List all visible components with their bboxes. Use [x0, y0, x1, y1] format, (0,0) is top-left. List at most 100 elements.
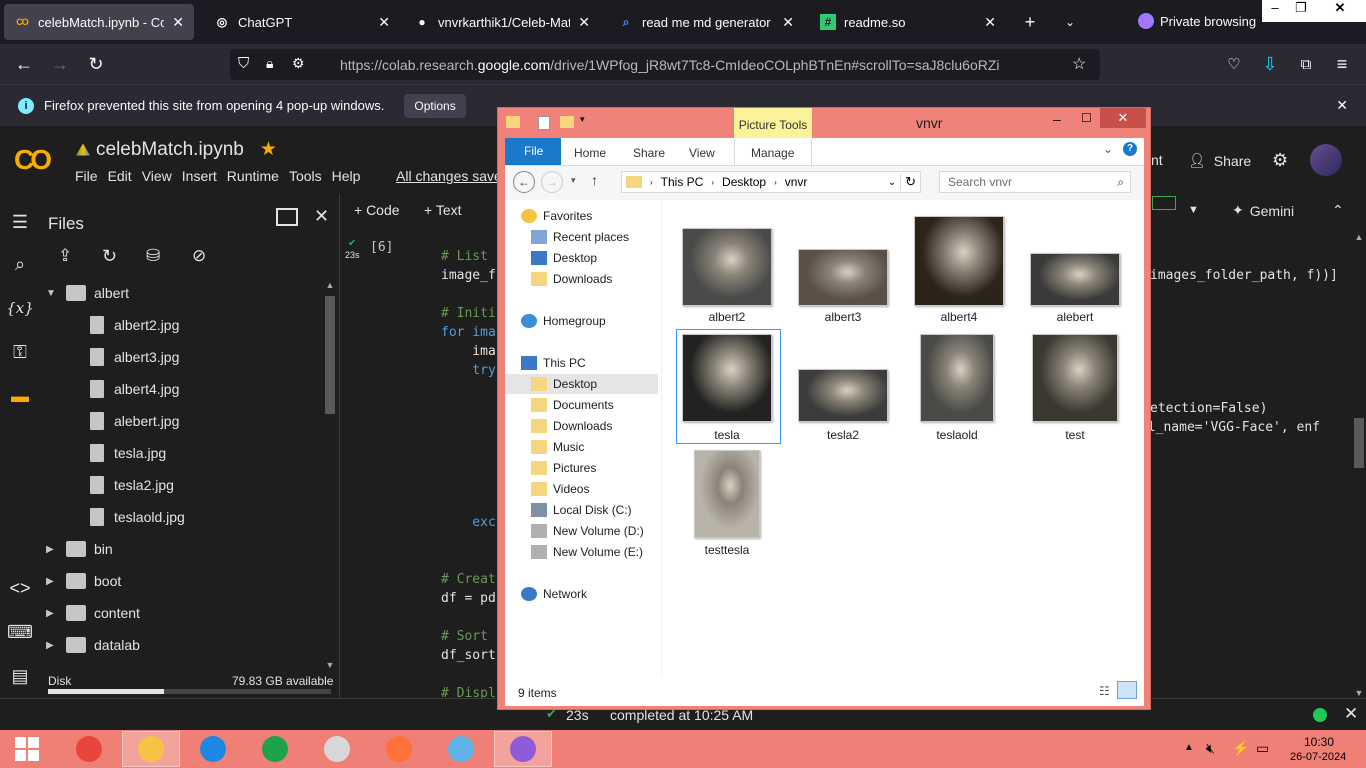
image-thumbnail[interactable] [920, 334, 994, 422]
path-dropdown-icon[interactable]: ⌄ [888, 177, 896, 188]
connect-dropdown-icon[interactable]: ▼ [1188, 204, 1199, 216]
file-item[interactable]: tesla2.jpg [90, 470, 174, 500]
shield-icon[interactable]: ⛉ [238, 55, 249, 72]
runtime-connected-icon[interactable] [1313, 708, 1327, 722]
menu-tools[interactable]: Tools [284, 166, 327, 186]
file-label[interactable]: tesla [682, 428, 772, 442]
nav-item-this-pc[interactable]: This PC [521, 353, 586, 373]
browser-tab[interactable]: ⌕ read me md generator by fi ✕ [608, 4, 804, 40]
file-label[interactable]: albert3 [798, 310, 888, 324]
image-thumbnail[interactable] [682, 228, 772, 306]
file-label[interactable]: alebert [1030, 310, 1120, 324]
file-label[interactable]: teslaold [912, 428, 1002, 442]
nav-item-new-volume-d[interactable]: New Volume (D:) [531, 521, 644, 541]
nav-item-favorites[interactable]: Favorites [521, 206, 592, 226]
minimize-icon[interactable]: – [1262, 0, 1288, 22]
help-icon[interactable]: ? [1123, 142, 1137, 156]
tab-list-chevron-icon[interactable]: ⌄ [1058, 10, 1082, 34]
terminal-icon[interactable]: ▤ [8, 664, 32, 688]
network-status-icon[interactable]: ⚡ [1232, 740, 1249, 757]
show-hidden-icons-icon[interactable]: ▲ [1184, 742, 1194, 753]
browser-tab[interactable]: # readme.so ✕ [810, 4, 1006, 40]
up-arrow-icon[interactable]: ↑ [591, 172, 598, 188]
avatar[interactable] [1310, 144, 1342, 176]
url-bar[interactable]: ⛉ 🔒︎ ⚙ https://colab.research. google.com… [230, 49, 1100, 80]
file-item[interactable]: albert4.jpg [90, 374, 179, 404]
ribbon-expand-icon[interactable]: ⌄ [1103, 142, 1113, 156]
command-palette-icon[interactable]: ⌨ [7, 620, 33, 644]
address-path[interactable]: › This PC › Desktop › vnvr ⌄ ↻ [621, 171, 921, 193]
nav-item-homegroup[interactable]: Homegroup [521, 311, 606, 331]
qat-dropdown-icon[interactable]: ▾ [580, 114, 585, 125]
ribbon-tab-share[interactable]: Share [633, 146, 665, 160]
nav-item-documents[interactable]: Documents [531, 395, 614, 415]
volume-muted-icon[interactable]: 🔇︎ [1206, 740, 1215, 757]
image-thumbnail[interactable] [798, 249, 888, 306]
file-label[interactable]: testtesla [682, 543, 772, 557]
refresh-icon[interactable]: ↻ [102, 246, 117, 267]
pocket-icon[interactable]: ♡ [1222, 52, 1246, 76]
ribbon-tab-view[interactable]: View [689, 146, 715, 160]
lock-icon[interactable]: 🔒︎ [266, 55, 273, 72]
file-explorer-taskbar-button[interactable] [122, 731, 180, 767]
nav-item-downloads[interactable]: Downloads [531, 269, 612, 289]
ribbon-tab-manage[interactable]: Manage [751, 146, 794, 160]
add-text-button[interactable]: + Text [424, 202, 462, 218]
magnifier-icon[interactable]: ⌕ [1117, 175, 1124, 190]
nav-item-music[interactable]: Music [531, 437, 584, 457]
files-scrollbar[interactable]: ▲ ▼ [323, 280, 337, 670]
recent-locations-icon[interactable]: ▾ [571, 175, 576, 186]
chrome-taskbar-button[interactable] [60, 731, 118, 767]
firefox-taskbar-button[interactable] [370, 731, 428, 767]
nav-item-pictures[interactable]: Pictures [531, 458, 596, 478]
close-panel-icon[interactable]: ✕ [314, 206, 329, 227]
photos-taskbar-button[interactable] [432, 731, 490, 767]
menu-runtime[interactable]: Runtime [222, 166, 284, 186]
bookmark-star-icon[interactable]: ☆ [1072, 54, 1086, 74]
hide-files-icon[interactable]: ⊘ [192, 246, 206, 266]
nav-item-local-disk-c[interactable]: Local Disk (C:) [531, 500, 632, 520]
close-tab-icon[interactable]: ✕ [378, 14, 390, 31]
file-item[interactable]: albert3.jpg [90, 342, 179, 372]
large-icons-view-icon[interactable] [1117, 681, 1137, 699]
firefox-private-taskbar-button[interactable] [494, 731, 552, 767]
explorer-maximize-icon[interactable]: ☐ [1081, 111, 1092, 125]
variables-icon[interactable]: {x} [6, 296, 34, 320]
hamburger-menu-icon[interactable]: ≡ [1330, 52, 1354, 76]
comment-button-fragment[interactable]: nt [1151, 152, 1163, 168]
folder-item[interactable]: ▶ content [46, 598, 140, 628]
explorer-minimize-icon[interactable]: – [1053, 111, 1061, 127]
browser-tab[interactable]: CO celebMatch.ipynb - Colab ✕ [4, 4, 194, 40]
file-item[interactable]: albert2.jpg [90, 310, 179, 340]
path-desktop[interactable]: Desktop [722, 175, 766, 189]
folder-item[interactable]: ▼ albert [46, 278, 129, 308]
colab-logo[interactable]: CO [14, 144, 52, 176]
explorer-back-icon[interactable]: ← [513, 171, 535, 193]
image-thumbnail[interactable] [914, 216, 1004, 306]
ram-disk-indicator[interactable] [1152, 196, 1176, 210]
code-snippets-icon[interactable]: <> [8, 576, 32, 600]
permissions-icon[interactable]: ⚙ [292, 55, 305, 72]
action-center-icon[interactable]: ▭ [1256, 740, 1269, 757]
extensions-icon[interactable]: ⧉ [1294, 52, 1318, 76]
close-tab-icon[interactable]: ✕ [782, 14, 794, 31]
file-item[interactable]: teslaold.jpg [90, 502, 185, 532]
collapse-chevron-icon[interactable]: ⌃ [1332, 202, 1344, 219]
image-thumbnail[interactable] [798, 369, 888, 422]
store-taskbar-button[interactable] [246, 731, 304, 767]
new-tab-button[interactable]: + [1018, 10, 1042, 34]
notebook-title[interactable]: celebMatch.ipynb [96, 139, 244, 161]
gemini-button[interactable]: ✦ Gemini [1232, 202, 1294, 219]
image-thumbnail[interactable] [694, 450, 760, 538]
explorer-forward-icon[interactable]: → [541, 171, 563, 193]
ribbon-tab-file[interactable]: File [524, 144, 543, 158]
files-folder-icon[interactable]: ▬ [8, 384, 32, 408]
caret-down-icon[interactable]: ▼ [46, 288, 58, 299]
nav-item-desktop[interactable]: Desktop [505, 374, 658, 394]
cell-run-status-icon[interactable]: ✔ [348, 238, 356, 249]
folder-item[interactable]: ▶ boot [46, 566, 121, 596]
secrets-key-icon[interactable]: ⚿ [8, 340, 32, 364]
details-view-icon[interactable]: ☷ [1099, 684, 1110, 698]
image-thumbnail[interactable] [682, 334, 772, 422]
image-thumbnail[interactable] [1030, 253, 1120, 306]
